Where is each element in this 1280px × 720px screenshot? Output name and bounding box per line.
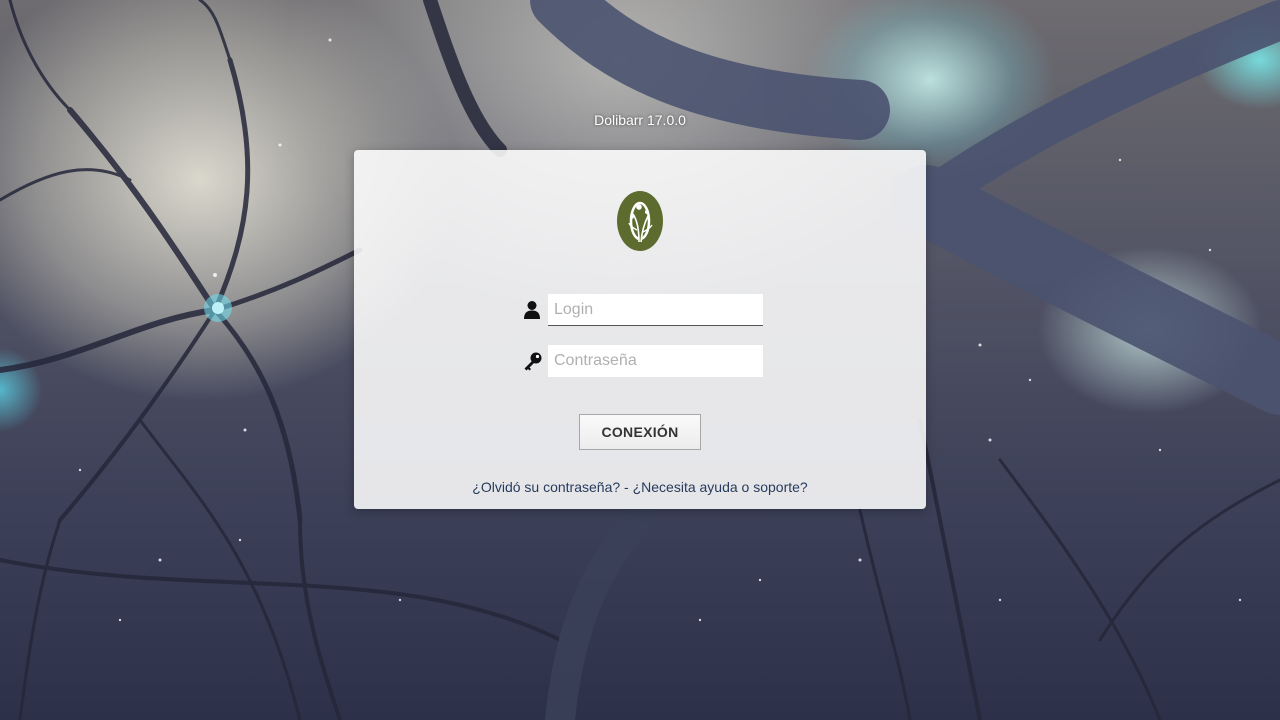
forgot-password-link[interactable]: ¿Olvidó su contraseña? [472,479,620,495]
app-version: Dolibarr 17.0.0 [594,112,686,128]
login-submit-button[interactable]: CONEXIÓN [579,414,701,450]
olive-leaf-logo-icon [615,190,665,252]
login-row [522,294,766,326]
user-icon [522,300,544,320]
help-links: ¿Olvidó su contraseña? - ¿Necesita ayuda… [354,479,926,495]
password-input[interactable] [548,345,763,377]
login-card: CONEXIÓN ¿Olvidó su contraseña? - ¿Neces… [354,150,926,509]
password-row [522,345,766,377]
link-separator: - [624,479,633,495]
help-support-link[interactable]: ¿Necesita ayuda o soporte? [633,479,808,495]
key-icon [522,351,544,371]
login-input[interactable] [548,294,763,326]
